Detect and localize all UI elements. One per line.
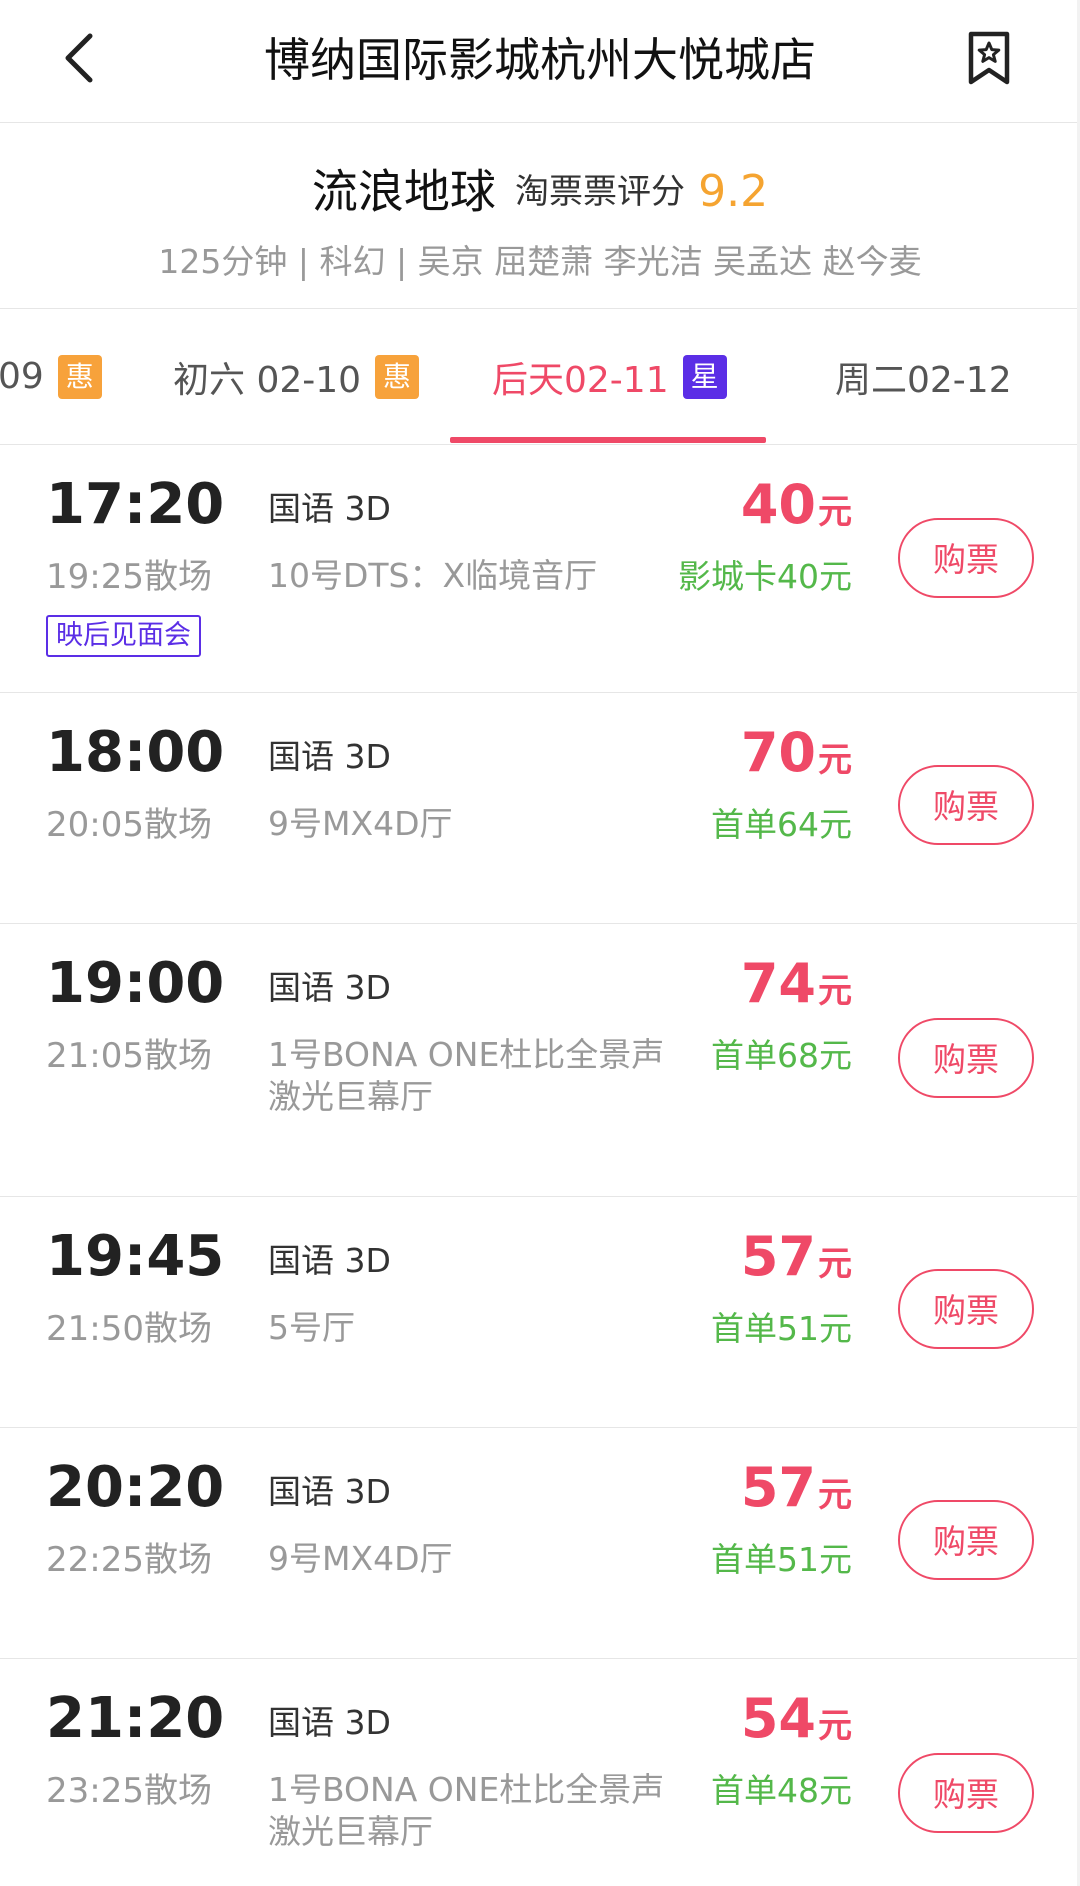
tab-label: 后天02-11 — [492, 359, 669, 401]
buy-ticket-button[interactable]: 购票 — [898, 1018, 1034, 1098]
language-format: 国语 3D — [268, 489, 391, 528]
discount-text: 影城卡40元 — [678, 557, 852, 596]
price-unit: 元 — [818, 1244, 852, 1284]
end-time: 23:25散场 — [46, 1771, 212, 1811]
price: 54元 — [741, 1685, 852, 1766]
tab-date-09[interactable]: 09 惠 — [0, 309, 102, 444]
discount-text: 首单64元 — [711, 805, 852, 844]
top-bar: 博纳国际影城杭州大悦城店 — [0, 0, 1080, 123]
start-time: 17:20 — [46, 472, 225, 537]
price: 40元 — [741, 471, 852, 552]
favorite-button[interactable] — [953, 22, 1025, 94]
price-value: 74 — [740, 952, 816, 1015]
bookmark-star-icon — [968, 31, 1010, 85]
price: 57元 — [741, 1454, 852, 1535]
price: 70元 — [741, 719, 852, 800]
chevron-left-icon — [65, 33, 93, 83]
buy-ticket-button[interactable]: 购票 — [898, 1269, 1034, 1349]
language-format: 国语 3D — [268, 737, 391, 776]
page-title: 博纳国际影城杭州大悦城店 — [264, 33, 816, 87]
showtime-row[interactable]: 20:20 22:25散场 国语 3D 9号MX4D厅 57元 首单51元 购票 — [0, 1428, 1080, 1659]
end-time: 20:05散场 — [46, 805, 212, 845]
price-unit: 元 — [818, 1475, 852, 1515]
movie-info[interactable]: 流浪地球 淘票票评分 9.2 125分钟 | 科幻 | 吴京 屈楚萧 李光洁 吴… — [0, 123, 1080, 309]
price: 74元 — [741, 950, 852, 1031]
price-value: 54 — [740, 1687, 816, 1750]
movie-meta: 125分钟 | 科幻 | 吴京 屈楚萧 李光洁 吴孟达 赵今麦 — [158, 242, 922, 281]
showtime-row[interactable]: 17:20 19:25散场 映后见面会 国语 3D 10号DTS：X临境音厅 4… — [0, 445, 1080, 693]
language-format: 国语 3D — [268, 968, 391, 1007]
price-value: 40 — [740, 473, 816, 536]
tab-date-02-12[interactable]: 周二02-12 — [835, 309, 1012, 444]
active-tab-indicator — [450, 437, 766, 443]
buy-ticket-button[interactable]: 购票 — [898, 765, 1034, 845]
price-value: 70 — [740, 721, 816, 784]
price-value: 57 — [740, 1225, 816, 1288]
discount-text: 首单51元 — [711, 1309, 852, 1348]
date-tabs: 09 惠 初六 02-10 惠 后天02-11 星 周二02-12 — [0, 309, 1080, 445]
end-time: 22:25散场 — [46, 1540, 212, 1580]
discount-text: 首单68元 — [711, 1036, 852, 1075]
start-time: 21:20 — [46, 1686, 225, 1751]
movie-title: 流浪地球 — [311, 164, 496, 219]
showtime-row[interactable]: 19:00 21:05散场 国语 3D 1号BONA ONE杜比全景声激光巨幕厅… — [0, 924, 1080, 1197]
buy-ticket-button[interactable]: 购票 — [898, 1500, 1034, 1580]
end-time: 21:50散场 — [46, 1309, 212, 1349]
hall-name: 10号DTS：X临境音厅 — [268, 556, 598, 595]
price-unit: 元 — [818, 1706, 852, 1746]
showtime-row[interactable]: 18:00 20:05散场 国语 3D 9号MX4D厅 70元 首单64元 购票 — [0, 693, 1080, 924]
price-unit: 元 — [818, 740, 852, 780]
start-time: 18:00 — [46, 720, 225, 785]
discount-badge: 惠 — [57, 354, 102, 399]
price: 57元 — [741, 1223, 852, 1304]
tab-date-02-11[interactable]: 后天02-11 星 — [492, 309, 727, 444]
event-tag: 映后见面会 — [46, 615, 201, 657]
showtime-row[interactable]: 21:20 23:25散场 国语 3D 1号BONA ONE杜比全景声激光巨幕厅… — [0, 1659, 1080, 1884]
end-time: 19:25散场 — [46, 557, 212, 597]
price-unit: 元 — [818, 492, 852, 532]
hall-name: 5号厅 — [268, 1308, 355, 1347]
price-value: 57 — [740, 1456, 816, 1519]
discount-text: 首单48元 — [711, 1771, 852, 1810]
tab-label: 周二02-12 — [835, 359, 1012, 401]
hall-name: 1号BONA ONE杜比全景声激光巨幕厅 — [268, 1770, 665, 1851]
buy-ticket-button[interactable]: 购票 — [898, 518, 1034, 598]
price-unit: 元 — [818, 971, 852, 1011]
showtime-row[interactable]: 19:45 21:50散场 国语 3D 5号厅 57元 首单51元 购票 — [0, 1197, 1080, 1428]
start-time: 19:00 — [46, 951, 225, 1016]
start-time: 20:20 — [46, 1455, 225, 1520]
hall-name: 1号BONA ONE杜比全景声激光巨幕厅 — [268, 1035, 665, 1116]
tab-date-02-10[interactable]: 初六 02-10 惠 — [173, 309, 420, 444]
showtime-list: 17:20 19:25散场 映后见面会 国语 3D 10号DTS：X临境音厅 4… — [0, 445, 1080, 1884]
language-format: 国语 3D — [268, 1703, 391, 1742]
discount-badge: 惠 — [375, 354, 420, 399]
tab-label: 初六 02-10 — [173, 359, 362, 401]
language-format: 国语 3D — [268, 1241, 391, 1280]
hall-name: 9号MX4D厅 — [268, 804, 453, 843]
buy-ticket-button[interactable]: 购票 — [898, 1753, 1034, 1833]
rating-label: 淘票票评分 — [515, 171, 685, 212]
start-time: 19:45 — [46, 1224, 225, 1289]
discount-text: 首单51元 — [711, 1540, 852, 1579]
tab-label: 09 — [0, 356, 44, 397]
end-time: 21:05散场 — [46, 1036, 212, 1076]
star-badge: 星 — [682, 354, 727, 399]
hall-name: 9号MX4D厅 — [268, 1539, 453, 1578]
language-format: 国语 3D — [268, 1472, 391, 1511]
rating-score: 9.2 — [698, 165, 769, 217]
back-button[interactable] — [40, 18, 120, 98]
